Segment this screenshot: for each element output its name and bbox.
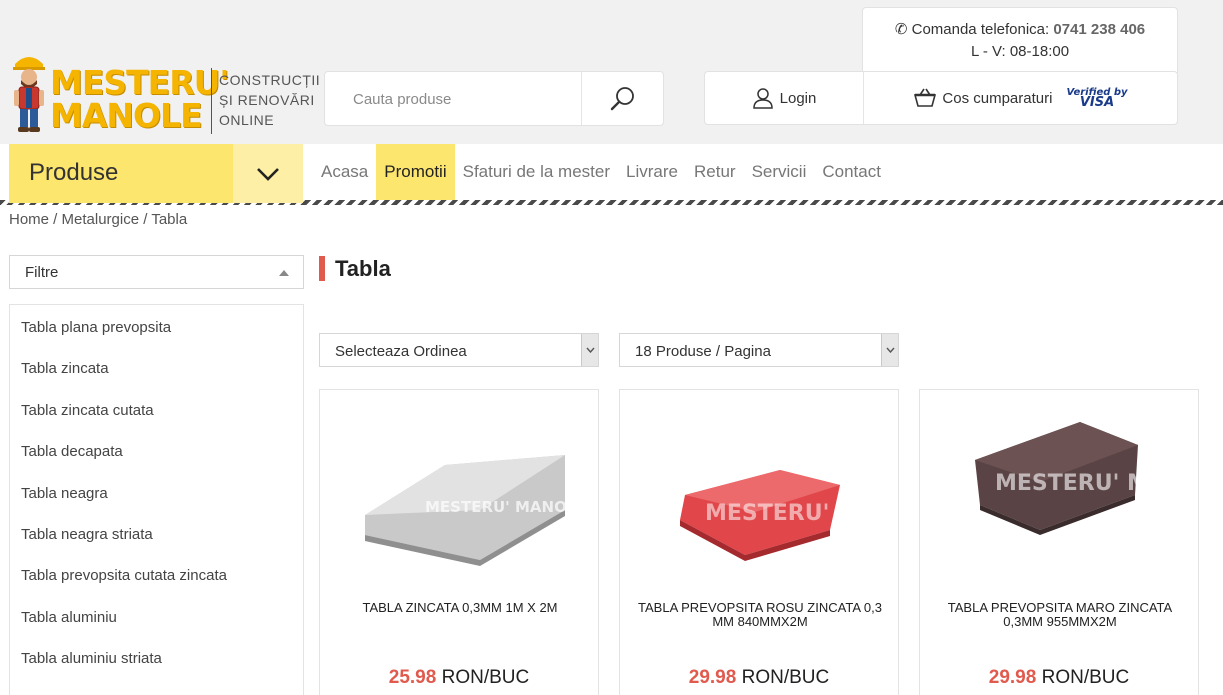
- page-title: Tabla: [319, 256, 391, 281]
- logo-wordmark: MESTERU' MANOLE: [50, 63, 230, 135]
- category-item[interactable]: Tabla neagra striata: [10, 512, 303, 553]
- products-menu-toggle[interactable]: [233, 144, 303, 203]
- category-item[interactable]: Tabla neagra: [10, 471, 303, 512]
- product-card[interactable]: MESTERU' MANOLE TABLA ZINCATA 0,3MM 1M X…: [319, 389, 599, 695]
- nav-item-servicii[interactable]: Servicii: [744, 144, 815, 200]
- search-button[interactable]: [582, 72, 664, 125]
- logo-divider: [211, 68, 212, 134]
- price-unit: RON/BUC: [441, 667, 530, 688]
- logo-line-1: MESTERU': [50, 63, 230, 102]
- price-value: 29.98: [988, 667, 1037, 688]
- verified-by-visa-badge: Verified by VISA: [1066, 88, 1127, 110]
- phone-icon: ✆: [894, 21, 908, 38]
- nav-item-promotii[interactable]: Promotii: [376, 144, 455, 200]
- category-item[interactable]: Tabla aluminiu striata: [10, 636, 303, 677]
- category-item[interactable]: Tabla plana prevopsita: [10, 305, 303, 346]
- cart-button[interactable]: Cos cumparaturi Verified by VISA: [864, 72, 1178, 124]
- per-page-select-value: 18 Produse / Pagina: [635, 343, 771, 360]
- per-page-select[interactable]: 18 Produse / Pagina: [619, 333, 899, 367]
- product-card[interactable]: MESTERU' MANOLE TABLA PREVOPSITA MARO ZI…: [919, 389, 1199, 695]
- nav-item-acasa[interactable]: Acasa: [313, 144, 376, 200]
- phone-label: Comanda telefonica:: [911, 21, 1050, 38]
- breadcrumb: Home / Metalurgice / Tabla: [9, 211, 188, 228]
- price-value: 29.98: [688, 667, 737, 688]
- product-price: 25.98 RON/BUC: [320, 667, 598, 689]
- sort-dropdown-button[interactable]: [581, 334, 598, 366]
- product-price: 29.98 RON/BUC: [920, 667, 1198, 689]
- products-menu-label: Produse: [29, 159, 119, 186]
- search-box: [324, 71, 664, 126]
- category-item[interactable]: Tabla aluminiu: [10, 595, 303, 636]
- product-price: 29.98 RON/BUC: [620, 667, 898, 689]
- nav-item-livrare[interactable]: Livrare: [618, 144, 686, 200]
- product-image: MESTERU' MANOLE: [365, 455, 565, 566]
- chevron-down-icon: [585, 347, 595, 353]
- breadcrumb-home[interactable]: Home: [9, 211, 49, 228]
- category-item[interactable]: Tabla zincata cutata: [10, 388, 303, 429]
- filter-label: Filtre: [25, 264, 59, 281]
- contact-box: ✆ Comanda telefonica: 0741 238 406 L - V…: [862, 7, 1178, 73]
- price-unit: RON/BUC: [1041, 667, 1130, 688]
- visa-bottom-text: VISA: [1079, 95, 1115, 110]
- tagline-line-2: ȘI RENOVĂRI: [219, 92, 315, 108]
- product-image: MESTERU' MANOLE: [975, 422, 1165, 535]
- chevron-down-icon: [885, 347, 895, 353]
- sort-select[interactable]: Selecteaza Ordinea: [319, 333, 599, 367]
- price-value: 25.98: [388, 667, 437, 688]
- search-input[interactable]: [339, 84, 579, 114]
- per-page-dropdown-button[interactable]: [881, 334, 898, 366]
- caret-up-icon: [279, 270, 289, 276]
- nav-item-contact[interactable]: Contact: [814, 144, 889, 200]
- breadcrumb-metalurgice[interactable]: Metalurgice: [62, 211, 140, 228]
- watermark-text: MESTERU' MANOLE: [995, 471, 1165, 496]
- main-menu: Acasa Promotii Sfaturi de la mester Livr…: [313, 144, 889, 200]
- phone-number[interactable]: 0741 238 406: [1053, 21, 1145, 38]
- logo-tagline: CONSTRUCȚII ȘI RENOVĂRI ONLINE: [219, 70, 320, 130]
- category-item[interactable]: Tabla prevopsita cutata zincata: [10, 553, 303, 594]
- phone-line: ✆ Comanda telefonica: 0741 238 406: [863, 20, 1177, 38]
- chevron-down-icon: [257, 167, 279, 181]
- products-menu-button[interactable]: Produse: [9, 144, 303, 203]
- worker-mascot-icon: [13, 57, 45, 132]
- price-unit: RON/BUC: [741, 667, 830, 688]
- watermark-text: MESTERU' MANOLE: [425, 498, 565, 516]
- login-label: Login: [779, 89, 817, 107]
- cart-label: Cos cumparaturi: [942, 89, 1053, 107]
- category-item[interactable]: Tabla zincata: [10, 346, 303, 387]
- account-bar: Login Cos cumparaturi Verified by VISA: [704, 71, 1178, 125]
- user-icon: [752, 88, 773, 109]
- nav-item-retur[interactable]: Retur: [686, 144, 744, 200]
- basket-icon: [914, 88, 937, 107]
- category-list: Tabla plana prevopsita Tabla zincata Tab…: [9, 304, 304, 695]
- breadcrumb-current: Tabla: [151, 211, 188, 228]
- logo-line-2: MANOLE: [50, 96, 203, 135]
- product-name[interactable]: TABLA PREVOPSITA ROSU ZINCATA 0,3 MM 840…: [628, 601, 892, 629]
- product-name[interactable]: TABLA ZINCATA 0,3MM 1M X 2M: [328, 601, 592, 615]
- tagline-line-3: ONLINE: [219, 112, 275, 128]
- search-icon: [610, 86, 634, 110]
- login-button[interactable]: Login: [705, 72, 863, 124]
- filter-toggle[interactable]: Filtre: [9, 255, 304, 289]
- site-logo[interactable]: MESTERU' MANOLE CONSTRUCȚII ȘI RENOVĂRI …: [10, 50, 320, 138]
- tagline-line-1: CONSTRUCȚII: [219, 72, 321, 88]
- product-card[interactable]: MESTERU' MANOLE TABLA PREVOPSITA ROSU ZI…: [619, 389, 899, 695]
- product-image: MESTERU' MANOLE: [680, 470, 865, 561]
- sort-select-value: Selecteaza Ordinea: [335, 343, 467, 360]
- category-item[interactable]: Tabla decapata: [10, 429, 303, 470]
- watermark-text: MESTERU' MANOLE: [705, 501, 865, 526]
- opening-hours: L - V: 08-18:00: [970, 43, 1070, 60]
- product-name[interactable]: TABLA PREVOPSITA MARO ZINCATA 0,3MM 955M…: [928, 601, 1192, 629]
- nav-item-sfaturi[interactable]: Sfaturi de la mester: [455, 144, 618, 200]
